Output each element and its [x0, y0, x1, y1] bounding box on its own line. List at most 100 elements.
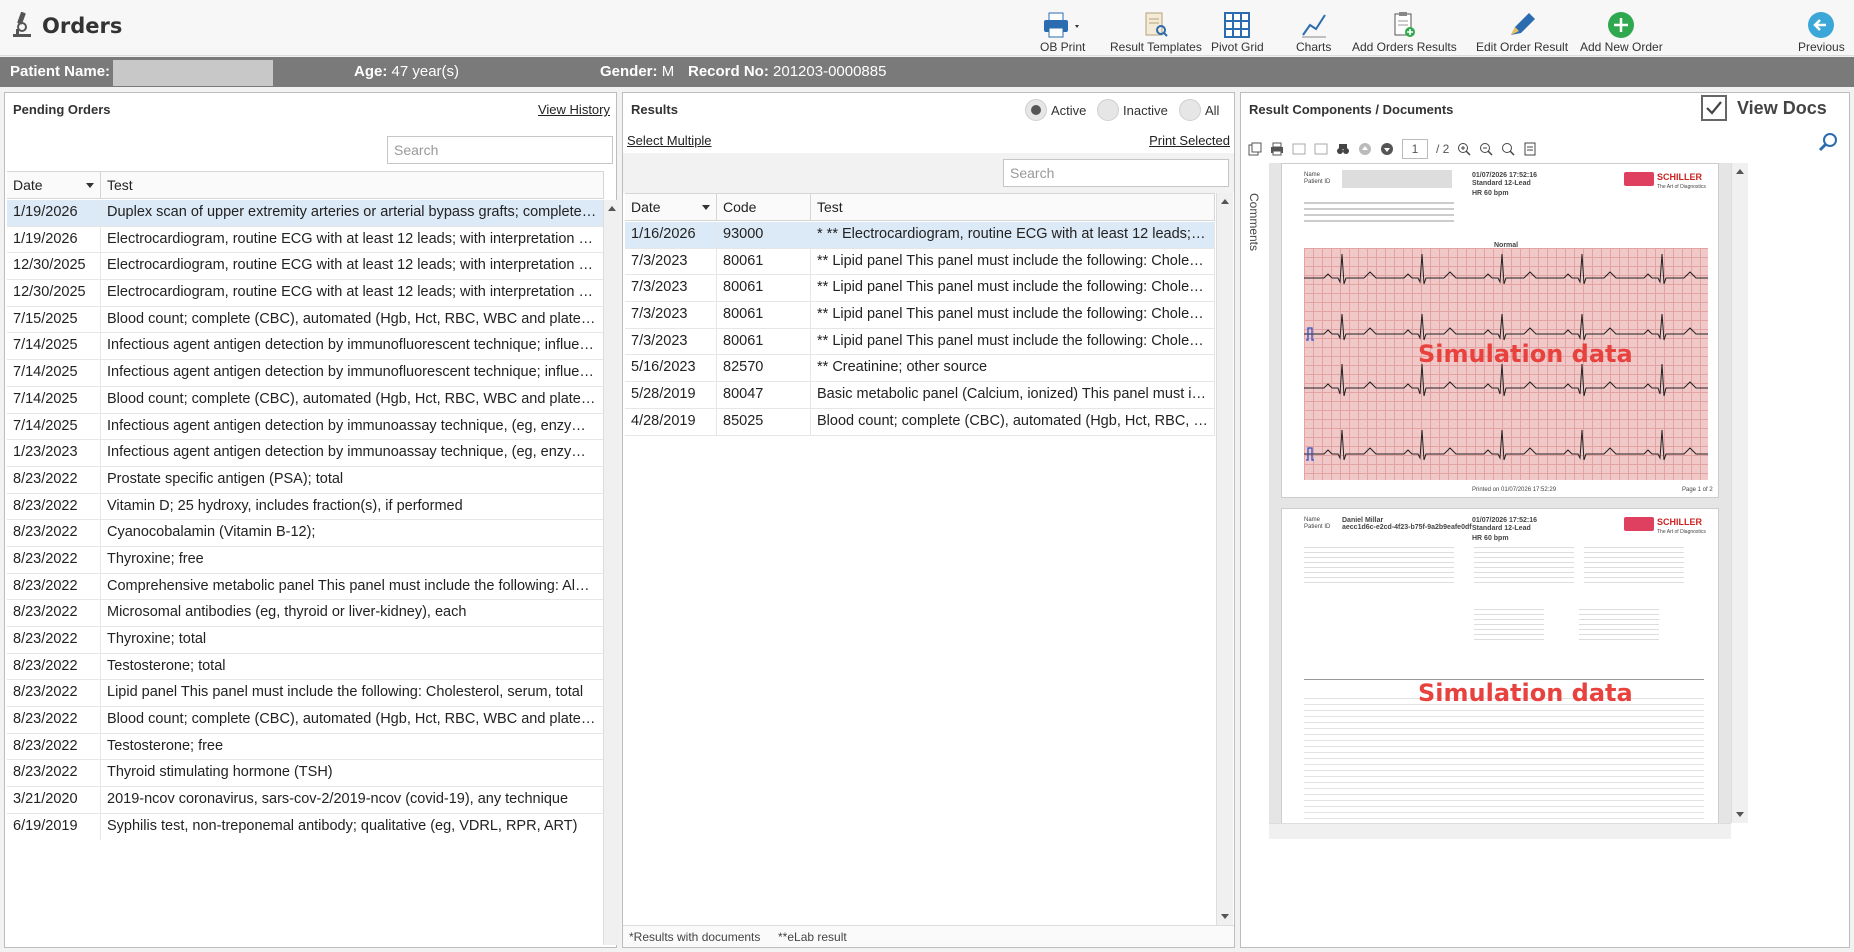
table-row[interactable]: 3/21/2020 2019-ncov coronavirus, sars-cov…: [7, 787, 604, 814]
add-new-order-button[interactable]: Add New Order: [1580, 4, 1663, 54]
table-row[interactable]: 7/3/2023 80061 ** Lipid panel This panel m…: [625, 328, 1215, 356]
table-row[interactable]: 8/23/2022 Lipid panel This panel must inc…: [7, 680, 604, 708]
table-row[interactable]: 7/14/2025 Infectious agent antigen detect…: [7, 360, 604, 387]
comments-tab[interactable]: Comments: [1245, 193, 1263, 273]
result-templates-button[interactable]: Result Templates: [1110, 4, 1202, 54]
patient-name-label: Patient Name:: [10, 63, 111, 80]
code-column-header[interactable]: Code: [717, 194, 811, 220]
prev-page-icon[interactable]: [1358, 142, 1372, 156]
test-cell: Lipid panel This panel must include the …: [101, 680, 604, 707]
pending-scrollbar[interactable]: [603, 200, 620, 945]
binoculars-icon[interactable]: [1336, 142, 1350, 156]
first-page-icon[interactable]: [1292, 142, 1306, 156]
page-title: Orders: [42, 13, 123, 38]
schiller-logo: SCHILLER: [1657, 172, 1702, 182]
table-row[interactable]: 1/19/2026 Electrocardiogram, routine ECG …: [7, 226, 604, 254]
table-row[interactable]: 7/3/2023 80061 ** Lipid panel This panel m…: [625, 302, 1215, 329]
table-row[interactable]: 12/30/2025 Electrocardiogram, routine ECG…: [7, 280, 604, 307]
code-cell: 93000: [717, 222, 811, 248]
table-row[interactable]: 8/23/2022 Vitamin D; 25 hydroxy, includes…: [7, 493, 604, 521]
record-label: Record No:: [688, 63, 769, 80]
date-column-header[interactable]: Date: [625, 194, 717, 220]
next-page-icon[interactable]: [1380, 142, 1394, 156]
test-cell: Syphilis test, non-treponemal antibody; …: [101, 813, 604, 840]
edit-order-result-button[interactable]: Edit Order Result: [1476, 4, 1568, 54]
table-row[interactable]: 8/23/2022 Blood count; complete (CBC), au…: [7, 707, 604, 734]
table-row[interactable]: 7/14/2025 Blood count; complete (CBC), au…: [7, 386, 604, 414]
charts-button[interactable]: Charts: [1296, 4, 1331, 54]
date-cell: 8/23/2022: [7, 600, 101, 626]
document-horizontal-scrollbar[interactable]: [1269, 823, 1731, 839]
scroll-up-icon[interactable]: [608, 206, 616, 211]
date-column-header[interactable]: Date: [7, 172, 101, 198]
print-selected-link[interactable]: Print Selected: [1149, 133, 1230, 148]
table-row[interactable]: 8/23/2022 Thyroxine; total: [7, 627, 604, 654]
add-orders-results-button[interactable]: Add Orders Results: [1352, 4, 1457, 54]
scroll-up-icon[interactable]: [1221, 199, 1229, 204]
table-row[interactable]: 4/28/2019 85025 Blood count; complete (CBC…: [625, 408, 1215, 436]
pending-search-input[interactable]: [387, 136, 613, 164]
table-row[interactable]: 8/23/2022 Thyroid stimulating hormone (TS…: [7, 760, 604, 788]
inactive-radio[interactable]: Inactive: [1097, 99, 1168, 121]
scroll-up-icon[interactable]: [1736, 169, 1744, 174]
table-row[interactable]: 12/30/2025 Electrocardiogram, routine ECG…: [7, 253, 604, 281]
table-row[interactable]: 8/23/2022 Testosterone; total: [7, 653, 604, 681]
copy-icon[interactable]: [1248, 142, 1262, 156]
print-icon[interactable]: [1270, 142, 1284, 156]
test-column-header[interactable]: Test: [811, 194, 1215, 220]
results-grid-header: Date Code Test: [625, 193, 1215, 221]
all-radio[interactable]: All: [1179, 99, 1219, 121]
results-scrollbar[interactable]: [1216, 193, 1233, 925]
page-number-input[interactable]: 1: [1402, 139, 1428, 159]
test-column-header[interactable]: Test: [101, 172, 604, 198]
scroll-down-icon[interactable]: [1736, 812, 1744, 817]
microscope-icon: [10, 10, 34, 41]
last-page-icon[interactable]: [1314, 142, 1328, 156]
table-row[interactable]: 5/28/2019 80047 Basic metabolic panel (Cal…: [625, 382, 1215, 409]
scroll-down-icon[interactable]: [1221, 914, 1229, 919]
date-cell: 1/23/2023: [7, 440, 101, 466]
table-row[interactable]: 7/3/2023 80061 ** Lipid panel This panel m…: [625, 248, 1215, 276]
table-row[interactable]: 1/19/2026 Duplex scan of upper extremity …: [7, 200, 604, 227]
table-row[interactable]: 1/23/2023 Infectious agent antigen detect…: [7, 440, 604, 467]
zoom-dropdown-icon[interactable]: [1501, 142, 1515, 156]
code-cell: 80061: [717, 328, 811, 355]
checkbox-checked-icon[interactable]: [1701, 95, 1727, 121]
date-cell: 12/30/2025: [7, 253, 101, 280]
date-cell: 7/3/2023: [625, 302, 717, 328]
table-row[interactable]: 7/14/2025 Infectious agent antigen detect…: [7, 413, 604, 441]
pivot-grid-button[interactable]: Pivot Grid: [1211, 4, 1264, 54]
test-cell: ** Lipid panel This panel must include t…: [811, 302, 1215, 328]
table-row[interactable]: 6/19/2019 Syphilis test, non-treponemal a…: [7, 813, 604, 840]
table-row[interactable]: 8/23/2022 Comprehensive metabolic panel T…: [7, 573, 604, 601]
zoom-out-icon[interactable]: [1479, 142, 1493, 156]
table-row[interactable]: 8/23/2022 Cyanocobalamin (Vitamin B-12);: [7, 520, 604, 547]
table-row[interactable]: 8/23/2022 Prostate specific antigen (PSA)…: [7, 466, 604, 494]
zoom-in-icon[interactable]: [1457, 142, 1471, 156]
pencil-icon: [1507, 10, 1537, 40]
results-footer: *Results with documents **eLab result: [623, 925, 1234, 947]
table-row[interactable]: 8/23/2022 Testosterone; free: [7, 733, 604, 761]
document-viewer[interactable]: Name Patient ID 01/07/2026 17:52:16 Stan…: [1269, 163, 1731, 823]
select-multiple-link[interactable]: Select Multiple: [627, 133, 712, 148]
document-vertical-scrollbar[interactable]: [1731, 163, 1748, 823]
patient-name-redacted: [113, 60, 273, 86]
table-row[interactable]: 7/3/2023 80061 ** Lipid panel This panel m…: [625, 275, 1215, 303]
test-cell: Thyroxine; free: [101, 546, 604, 573]
date-cell: 8/23/2022: [7, 680, 101, 707]
search-icon[interactable]: [1817, 131, 1839, 156]
results-search-input[interactable]: [1003, 159, 1229, 187]
page-layout-icon[interactable]: [1523, 142, 1537, 156]
code-cell: 80047: [717, 382, 811, 408]
table-row[interactable]: 7/15/2025 Blood count; complete (CBC), au…: [7, 306, 604, 334]
table-row[interactable]: 5/16/2023 82570 ** Creatinine; other sourc…: [625, 355, 1215, 383]
table-row[interactable]: 8/23/2022 Thyroxine; free: [7, 546, 604, 574]
ob-print-button[interactable]: OB Print: [1040, 4, 1085, 54]
view-docs-toggle[interactable]: View Docs: [1701, 95, 1827, 121]
previous-button[interactable]: Previous: [1798, 4, 1845, 54]
table-row[interactable]: 1/16/2026 93000 * ** Electrocardiogram, ro…: [625, 222, 1215, 249]
active-radio[interactable]: Active: [1025, 99, 1086, 121]
view-history-link[interactable]: View History: [538, 102, 610, 117]
table-row[interactable]: 7/14/2025 Infectious agent antigen detect…: [7, 333, 604, 361]
table-row[interactable]: 8/23/2022 Microsomal antibodies (eg, thyr…: [7, 600, 604, 627]
